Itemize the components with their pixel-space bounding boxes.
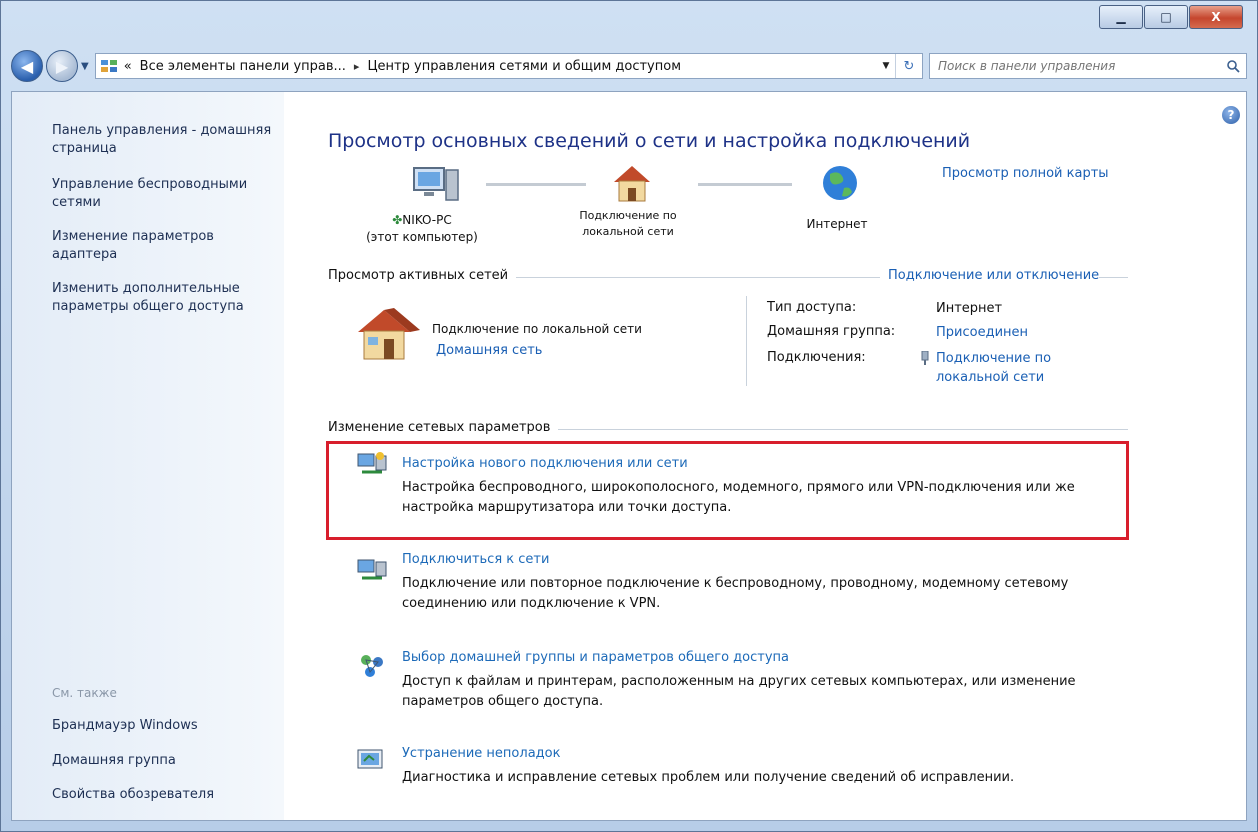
window: ▁ □ X ◀ ▶ ▼ « Все элементы панели управ.…	[0, 0, 1258, 832]
active-networks-title: Просмотр активных сетей	[328, 268, 517, 283]
homegroup-value-link[interactable]: Присоединен	[936, 323, 1028, 342]
search-icon[interactable]	[1226, 59, 1240, 73]
search-box[interactable]	[929, 53, 1247, 79]
recent-pages-dropdown[interactable]: ▼	[81, 61, 89, 72]
minimize-button[interactable]: ▁	[1099, 5, 1143, 29]
house-icon	[614, 166, 650, 202]
computer-name: ✤NIKO-PC	[392, 213, 452, 227]
address-dropdown-icon[interactable]: ▼	[877, 61, 895, 71]
access-type-value: Интернет	[936, 301, 1003, 316]
network-adapter-icon	[920, 350, 930, 365]
network-type-link[interactable]: Домашняя сеть	[436, 343, 542, 358]
active-network-name: Подключение по локальной сети	[432, 322, 642, 336]
connections-link[interactable]: Подключение по локальной сети	[936, 349, 1076, 387]
content-pane: Панель управления - домашняя страница Уп…	[11, 91, 1247, 821]
troubleshoot-icon	[357, 749, 383, 769]
search-input[interactable]	[936, 58, 1226, 74]
map-network-label[interactable]: Подключение по локальной сети	[568, 208, 688, 240]
maximize-button[interactable]: □	[1144, 5, 1188, 29]
homegroup-icon	[361, 655, 383, 677]
refresh-icon[interactable]: ↻	[895, 54, 922, 78]
computer-sub: (этот компьютер)	[366, 230, 478, 244]
sidebar-link-control-panel-home[interactable]: Панель управления - домашняя страница	[52, 122, 272, 158]
close-button[interactable]: X	[1189, 5, 1243, 29]
back-button[interactable]: ◀	[11, 50, 43, 82]
task-setup-new-connection-desc: Настройка беспроводного, широкополосного…	[402, 480, 1075, 515]
breadcrumb-all-items[interactable]: Все элементы панели управ...	[140, 59, 346, 74]
task-homegroup-sharing-desc: Доступ к файлам и принтерам, расположенн…	[402, 674, 1076, 709]
map-line-1	[486, 183, 586, 186]
breadcrumb-current[interactable]: Центр управления сетями и общим доступом	[367, 59, 681, 74]
map-line-2	[698, 183, 792, 186]
homegroup-label: Домашняя группа:	[767, 324, 896, 339]
breadcrumb-separator[interactable]: ▸	[354, 60, 360, 73]
connections-label: Подключения:	[767, 350, 866, 365]
map-internet-label[interactable]: Интернет	[782, 216, 892, 233]
forward-button[interactable]: ▶	[46, 50, 78, 82]
control-panel-icon	[100, 60, 117, 72]
computer-icon	[413, 167, 459, 201]
sidebar-link-advanced-sharing[interactable]: Изменить дополнительные параметры общего…	[52, 280, 272, 316]
see-also-firewall[interactable]: Брандмауэр Windows	[52, 717, 272, 735]
breadcrumb-overflow[interactable]: «	[124, 59, 132, 74]
arrow-left-icon: ◀	[20, 56, 34, 76]
task-connect-to-network[interactable]: Подключиться к сети	[402, 552, 549, 567]
caption-buttons: ▁ □ X	[1098, 5, 1243, 29]
access-type-label: Тип доступа:	[767, 300, 857, 315]
sidebar-link-manage-wireless[interactable]: Управление беспроводными сетями	[52, 176, 272, 212]
task-homegroup-sharing[interactable]: Выбор домашней группы и параметров общег…	[402, 650, 789, 665]
new-connection-icon	[357, 452, 387, 474]
help-icon[interactable]: ?	[1222, 106, 1240, 124]
breadcrumb[interactable]: « Все элементы панели управ... ▸ Центр у…	[94, 53, 923, 79]
sidebar: Панель управления - домашняя страница Уп…	[12, 92, 284, 820]
change-settings-title: Изменение сетевых параметров	[328, 420, 559, 435]
connect-to-network-icon	[357, 559, 387, 580]
sidebar-link-adapter-settings[interactable]: Изменение параметров адаптера	[52, 228, 272, 264]
title-bar: ▁ □ X	[1, 1, 1257, 45]
task-troubleshoot-desc: Диагностика и исправление сетевых пробле…	[402, 770, 1015, 785]
task-setup-new-connection[interactable]: Настройка нового подключения или сети	[402, 456, 688, 471]
see-also-heading: См. также	[52, 686, 117, 700]
connect-disconnect-link[interactable]: Подключение или отключение	[880, 268, 1100, 283]
network-small-icon: ✤	[392, 213, 403, 227]
see-also-homegroup[interactable]: Домашняя группа	[52, 752, 272, 770]
page-title: Просмотр основных сведений о сети и наст…	[328, 130, 971, 152]
network-house-icon	[358, 308, 420, 360]
see-also-internet-options[interactable]: Свойства обозревателя	[52, 786, 272, 804]
address-bar: ◀ ▶ ▼ « Все элементы панели управ... ▸ Ц…	[11, 49, 1247, 83]
full-map-link[interactable]: Просмотр полной карты	[942, 166, 1109, 181]
globe-icon	[823, 166, 857, 200]
map-computer[interactable]: ✤NIKO-PC (этот компьютер)	[352, 212, 492, 246]
task-troubleshoot[interactable]: Устранение неполадок	[402, 746, 560, 761]
info-divider	[746, 296, 747, 386]
arrow-right-icon: ▶	[55, 56, 69, 76]
task-connect-to-network-desc: Подключение или повторное подключение к …	[402, 576, 1069, 611]
